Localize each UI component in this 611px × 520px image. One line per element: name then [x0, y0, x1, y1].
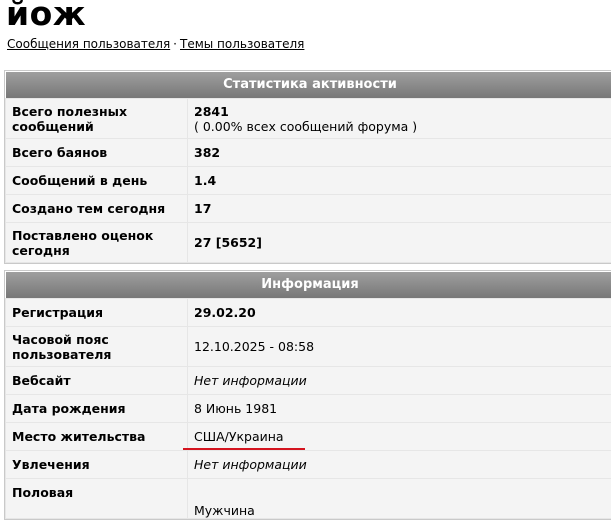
user-topics-link[interactable]: Темы пользователя [180, 37, 304, 51]
stats-value: 382 [188, 139, 611, 166]
info-label: Увлечения [6, 451, 187, 478]
stats-label: Создано тем сегодня [6, 195, 187, 222]
info-row-birthday: Дата рождения 8 Июнь 1981 [6, 395, 611, 422]
info-value: Нет информации [188, 367, 611, 394]
info-value: 8 Июнь 1981 [188, 395, 611, 422]
info-label: Половая [6, 479, 187, 518]
page-title: йож [6, 0, 87, 33]
stats-label: Сообщений в день [6, 167, 187, 194]
activity-stats-panel: Статистика активности Всего полезных соо… [4, 70, 611, 264]
info-row-registration: Регистрация 29.02.20 [6, 299, 611, 326]
stats-row-useful-posts: Всего полезных сообщений 2841 ( 0.00% вс… [6, 99, 611, 138]
stats-value: 17 [188, 195, 611, 222]
info-row-timezone: Часовой пояс пользователя 12.10.2025 - 0… [6, 327, 611, 366]
stats-value: 2841 ( 0.00% всех сообщений форума ) [188, 99, 611, 138]
stats-label: Всего полезных сообщений [6, 99, 187, 138]
information-header: Информация [5, 271, 611, 298]
user-messages-link[interactable]: Сообщения пользователя [7, 37, 170, 51]
profile-links: Сообщения пользователя · Темы пользователя [7, 37, 304, 51]
info-row-gender: Половая Мужчина [6, 479, 611, 518]
info-label: Место жительства [6, 423, 187, 450]
stats-value: 1.4 [188, 167, 611, 194]
stats-value: 27 [5652] [188, 223, 611, 262]
info-label: Дата рождения [6, 395, 187, 422]
stats-row-topics-today: Создано тем сегодня 17 [6, 195, 611, 222]
stats-row-posts-per-day: Сообщений в день 1.4 [6, 167, 611, 194]
info-value: 12.10.2025 - 08:58 [188, 327, 611, 366]
useful-posts-share: ( 0.00% всех сообщений форума ) [194, 118, 418, 134]
activity-stats-header: Статистика активности [5, 71, 611, 98]
useful-posts-count: 2841 [194, 103, 229, 119]
info-value: США/Украина [188, 423, 611, 450]
info-value: Нет информации [188, 451, 611, 478]
location-annotation-underline [183, 448, 305, 450]
stats-label: Всего баянов [6, 139, 187, 166]
info-label: Часовой пояс пользователя [6, 327, 187, 366]
info-value: Мужчина [188, 479, 611, 518]
link-separator: · [173, 37, 177, 51]
info-label: Регистрация [6, 299, 187, 326]
stats-label: Поставлено оценок сегодня [6, 223, 187, 262]
info-row-interests: Увлечения Нет информации [6, 451, 611, 478]
activity-stats-table: Всего полезных сообщений 2841 ( 0.00% вс… [5, 98, 611, 263]
info-label: Вебсайт [6, 367, 187, 394]
info-row-location: Место жительства США/Украина [6, 423, 611, 450]
information-panel: Информация Регистрация 29.02.20 Часовой … [4, 270, 611, 520]
stats-row-ratings-today: Поставлено оценок сегодня 27 [5652] [6, 223, 611, 262]
stats-row-bayans: Всего баянов 382 [6, 139, 611, 166]
info-value: 29.02.20 [188, 299, 611, 326]
information-table: Регистрация 29.02.20 Часовой пояс пользо… [5, 298, 611, 519]
info-row-website: Вебсайт Нет информации [6, 367, 611, 394]
